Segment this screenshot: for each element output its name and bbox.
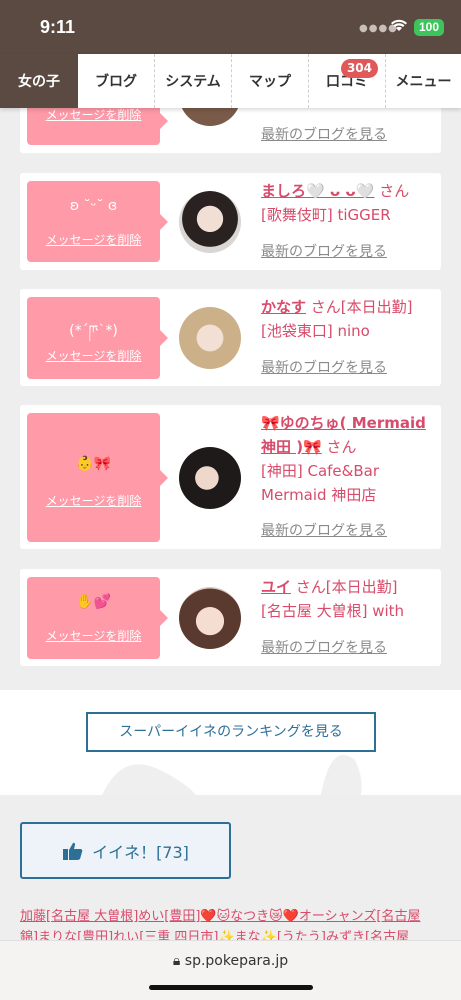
latest-blog-link[interactable]: 最新のブログを見る <box>261 637 387 657</box>
message-text: ʚ ˘ᵕ˘ ɞ <box>69 198 118 214</box>
delete-message-link[interactable]: メッセージを削除 <box>27 492 160 509</box>
message-bubble: ʚ ˘ᵕ˘ ɞ メッセージを削除 <box>27 181 168 262</box>
tab-menu[interactable]: メニュー <box>385 54 461 108</box>
tab-reviews[interactable]: 口コミ 304 <box>308 54 385 108</box>
girl-suffix: さん[本日出勤] <box>295 578 398 596</box>
tab-system[interactable]: システム <box>154 54 231 108</box>
girl-suffix: さん[本日出勤] <box>310 298 413 316</box>
home-indicator[interactable] <box>149 985 313 990</box>
status-time: 9:11 <box>40 17 76 37</box>
avatar[interactable] <box>179 191 241 253</box>
battery-icon: 100 <box>414 19 444 36</box>
girl-card: ✋💕 メッセージを削除 ユイ さん[本日出勤] [名古屋 大曽根] with 最… <box>20 569 441 666</box>
reviews-count-badge: 304 <box>340 59 378 78</box>
girl-name-link[interactable]: ましろ🤍 ᴗ ᴗ🤍 <box>261 182 374 200</box>
girl-card: (*´ཫ`*) メッセージを削除 かなす さん[本日出勤] [池袋東口] nin… <box>20 289 441 386</box>
girl-info: ましろ🤍 ᴗ ᴗ🤍 さん [歌舞伎町] tiGGER <box>261 179 437 227</box>
tab-girls[interactable]: 女の子 <box>0 54 78 108</box>
girl-info: 🎀ゆのちゅ( Mermaid 神田 )🎀 さん [神田] Cafe&Bar Me… <box>261 411 437 507</box>
latest-blog-link[interactable]: 最新のブログを見る <box>261 357 387 377</box>
message-bubble: 👶🎀 メッセージを削除 <box>27 413 168 542</box>
status-bar: 9:11 ●●●● 100 <box>0 0 461 54</box>
delete-message-link[interactable]: メッセージを削除 <box>27 231 160 248</box>
url-text: sp.pokepara.jp <box>184 953 289 969</box>
lock-icon: 🔒︎ <box>172 953 185 969</box>
shop-name: [歌舞伎町] tiGGER <box>261 206 391 224</box>
iine-button-label: イイネ！[73] <box>92 842 189 862</box>
shop-name: [名古屋 大曽根] with <box>261 602 405 620</box>
girl-card: 👶🎀 メッセージを削除 🎀ゆのちゅ( Mermaid 神田 )🎀 さん [神田]… <box>20 405 441 549</box>
avatar[interactable] <box>179 447 241 509</box>
tab-map[interactable]: マップ <box>231 54 308 108</box>
shop-name: [池袋東口] nino <box>261 322 370 340</box>
tab-menu-label: メニュー <box>395 74 452 90</box>
latest-blog-link[interactable]: 最新のブログを見る <box>261 520 387 540</box>
shop-name: [神田] Cafe&Bar Mermaid 神田店 <box>261 462 379 504</box>
tab-map-label: マップ <box>249 74 291 90</box>
wifi-icon <box>391 19 407 31</box>
delete-message-link[interactable]: メッセージを削除 <box>27 627 160 644</box>
tab-girls-label: 女の子 <box>18 74 60 90</box>
message-text: ✋💕 <box>76 594 111 610</box>
url-display: 🔒︎ sp.pokepara.jp <box>0 953 461 969</box>
message-bubble: ✋💕 メッセージを削除 <box>27 577 168 659</box>
girl-name-link[interactable]: ユイ <box>261 578 291 596</box>
avatar[interactable] <box>179 307 241 369</box>
girl-name-link[interactable]: かなす <box>261 298 306 316</box>
latest-blog-link[interactable]: 最新のブログを見る <box>261 241 387 261</box>
girl-suffix: さん <box>326 438 357 456</box>
delete-message-link[interactable]: メッセージを削除 <box>27 106 160 123</box>
tab-system-label: システム <box>165 74 221 90</box>
girl-suffix: さん <box>379 182 410 200</box>
latest-blog-link[interactable]: 最新のブログを見る <box>261 124 387 144</box>
tab-blog-label: ブログ <box>95 74 137 90</box>
message-text: 👶🎀 <box>76 456 111 472</box>
girl-card: ʚ ˘ᵕ˘ ɞ メッセージを削除 ましろ🤍 ᴗ ᴗ🤍 さん [歌舞伎町] tiG… <box>20 173 441 270</box>
avatar[interactable] <box>179 587 241 649</box>
girl-info: かなす さん[本日出勤] [池袋東口] nino <box>261 295 437 343</box>
main-nav: 女の子 ブログ システム マップ 口コミ 304 メニュー <box>0 54 461 108</box>
browser-url-bar[interactable]: 🔒︎ sp.pokepara.jp <box>0 940 461 1000</box>
message-bubble: (*´ཫ`*) メッセージを削除 <box>27 297 168 379</box>
super-iine-ranking-button[interactable]: スーパーイイネのランキングを見る <box>86 712 376 752</box>
ranking-section: スーパーイイネのランキングを見る <box>0 690 461 795</box>
thumbs-up-icon <box>63 842 83 860</box>
girl-info: ユイ さん[本日出勤] [名古屋 大曽根] with <box>261 575 437 623</box>
iine-button[interactable]: イイネ！[73] <box>20 822 231 879</box>
tab-blog[interactable]: ブログ <box>78 54 154 108</box>
delete-message-link[interactable]: メッセージを削除 <box>27 347 160 364</box>
